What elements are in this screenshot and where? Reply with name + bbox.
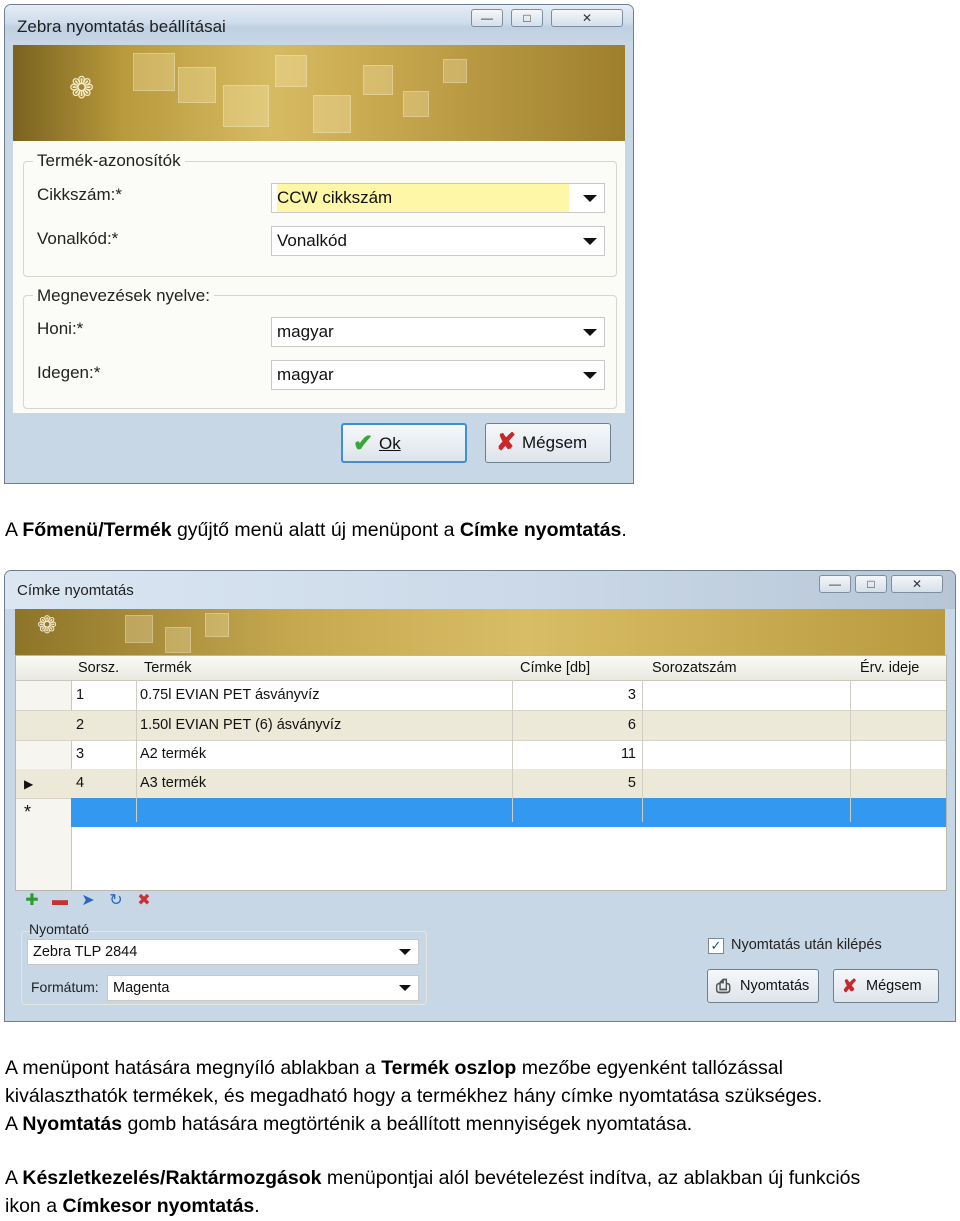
foreign-language-select[interactable]: magyar xyxy=(271,360,605,390)
paragraph-3: A Készletkezelés/Raktármozgások menüpont… xyxy=(5,1167,861,1217)
zebra-print-settings-window: Zebra nyomtatás beállításai — □ ✕ ❁ Term… xyxy=(4,4,634,484)
checkmark-icon: ✔ xyxy=(353,430,374,457)
article-number-label: Cikkszám:* xyxy=(37,185,123,204)
label-grid[interactable]: Sorsz. Termék Címke [db] Sorozatszám Érv… xyxy=(15,655,947,891)
exit-after-print-checkbox[interactable]: ✓ xyxy=(708,938,724,954)
chevron-down-icon xyxy=(583,372,597,379)
window-title: Zebra nyomtatás beállításai xyxy=(17,17,226,36)
chevron-down-icon xyxy=(399,985,411,991)
maximize-button[interactable]: □ xyxy=(855,575,887,593)
add-row-icon[interactable]: ✚ xyxy=(23,891,41,911)
table-row[interactable]: 2 1.50l EVIAN PET (6) ásványvíz 6 xyxy=(16,711,946,741)
logo-icon: ❁ xyxy=(69,71,95,106)
home-language-label: Honi:* xyxy=(37,319,84,338)
home-language-value: magyar xyxy=(277,322,334,341)
cancel-button[interactable]: ✘ Mégsem xyxy=(485,423,611,463)
column-header-expiry[interactable]: Érv. ideje xyxy=(860,660,919,676)
cancel-button[interactable]: ✘ Mégsem xyxy=(833,969,939,1003)
import-icon[interactable]: ➤ xyxy=(79,891,97,911)
print-button[interactable]: ⎙ Nyomtatás xyxy=(707,969,819,1003)
selected-row-highlight xyxy=(71,798,946,827)
close-button[interactable]: ✕ xyxy=(551,9,623,27)
column-header-no[interactable]: Sorsz. xyxy=(78,660,119,676)
minimize-button[interactable]: — xyxy=(819,575,851,593)
minimize-button[interactable]: — xyxy=(471,9,503,27)
printer-select[interactable]: Zebra TLP 2844 xyxy=(27,939,419,965)
foreign-language-value: magyar xyxy=(277,365,334,384)
window-title: Címke nyomtatás xyxy=(17,582,134,599)
label-print-window: Címke nyomtatás — □ ✕ ❁ Sorsz. Termék Cí… xyxy=(4,570,956,1022)
ok-button[interactable]: ✔ Ok xyxy=(341,423,467,463)
barcode-value: Vonalkód xyxy=(277,231,347,250)
table-row[interactable]: ▶ 4 A3 termék 5 xyxy=(16,769,946,799)
grid-header: Sorsz. Termék Címke [db] Sorozatszám Érv… xyxy=(16,656,946,681)
column-header-product[interactable]: Termék xyxy=(144,660,192,676)
chevron-down-icon xyxy=(583,238,597,245)
logo-icon: ❁ xyxy=(37,611,58,639)
language-group xyxy=(23,295,617,409)
new-table-row[interactable]: * xyxy=(16,798,946,827)
delete-all-icon[interactable]: ✖ xyxy=(135,891,153,911)
paragraph-2: A menüpont hatására megnyíló ablakban a … xyxy=(5,1057,823,1135)
header-banner: ❁ xyxy=(15,609,945,655)
home-language-select[interactable]: magyar xyxy=(271,317,605,347)
format-select[interactable]: Magenta xyxy=(107,975,419,1001)
refresh-icon[interactable]: ↻ xyxy=(107,891,125,911)
barcode-label: Vonalkód:* xyxy=(37,229,119,248)
chevron-down-icon xyxy=(583,195,597,202)
barcode-select[interactable]: Vonalkód xyxy=(271,226,605,256)
close-icon: ✘ xyxy=(496,429,517,456)
chevron-down-icon xyxy=(583,329,597,336)
column-header-serial[interactable]: Sorozatszám xyxy=(652,660,737,676)
title-bar: Címke nyomtatás — □ ✕ xyxy=(5,571,955,609)
exit-after-print-label: Nyomtatás után kilépés xyxy=(731,937,882,953)
table-row[interactable]: 3 A2 termék 11 xyxy=(16,740,946,770)
article-number-select[interactable]: CCW cikkszám xyxy=(271,183,605,213)
current-row-indicator-icon: ▶ xyxy=(24,777,34,791)
product-ids-group-label: Termék-azonosítók xyxy=(33,151,185,171)
language-group-label: Megnevezések nyelve: xyxy=(33,286,214,306)
format-value: Magenta xyxy=(113,980,170,996)
remove-row-icon[interactable]: ▬ xyxy=(51,891,69,911)
printer-group-label: Nyomtató xyxy=(29,921,89,937)
close-icon: ✘ xyxy=(842,976,858,996)
product-ids-group xyxy=(23,161,617,277)
printer-icon: ⎙ xyxy=(716,976,731,996)
settings-panel: Termék-azonosítók Cikkszám:* CCW cikkszá… xyxy=(13,141,625,413)
format-label: Formátum: xyxy=(31,979,99,995)
table-row[interactable]: 1 0.75l EVIAN PET ásványvíz 3 xyxy=(16,681,946,711)
paragraph-1: A Főmenü/Termék gyűjtő menü alatt új men… xyxy=(5,519,627,541)
new-row-marker: * xyxy=(24,802,32,822)
maximize-button[interactable]: □ xyxy=(511,9,543,27)
column-header-count[interactable]: Címke [db] xyxy=(520,660,590,676)
close-button[interactable]: ✕ xyxy=(891,575,943,593)
chevron-down-icon xyxy=(399,949,411,955)
title-bar: Zebra nyomtatás beállításai — □ ✕ xyxy=(5,5,633,45)
header-banner: ❁ xyxy=(13,45,625,141)
foreign-language-label: Idegen:* xyxy=(37,363,101,382)
article-number-value: CCW cikkszám xyxy=(277,184,569,212)
printer-value: Zebra TLP 2844 xyxy=(33,944,138,960)
